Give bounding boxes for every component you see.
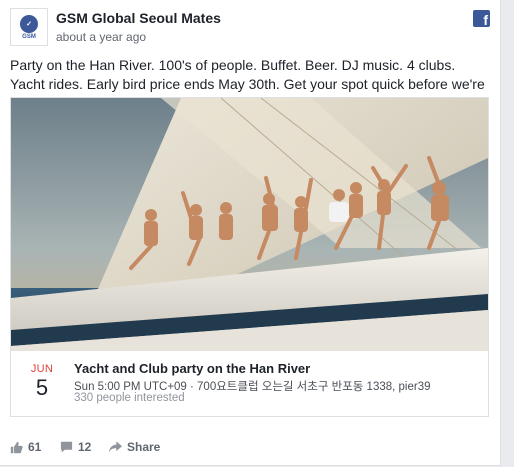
post-actions: 61 12 Share xyxy=(10,438,490,458)
gsm-logo-icon: ✓ xyxy=(20,14,38,33)
post-card: ✓ GSM GSM Global Seoul Mates about a yea… xyxy=(0,0,501,466)
event-month: JUN xyxy=(30,363,54,375)
comment-count-button[interactable]: 12 xyxy=(60,438,91,456)
page-avatar[interactable]: ✓ GSM xyxy=(10,8,48,46)
event-cover-image[interactable] xyxy=(11,98,488,351)
event-day: 5 xyxy=(35,375,49,400)
event-title-link[interactable]: Yacht and Club party on the Han River xyxy=(74,361,310,376)
like-icon xyxy=(10,441,23,453)
post-header: ✓ GSM GSM Global Seoul Mates about a yea… xyxy=(10,8,490,48)
event-interested-count: 330 people interested xyxy=(74,392,185,404)
share-button[interactable]: Share xyxy=(109,438,160,456)
event-attachment[interactable]: JUN 5 Yacht and Club party on the Han Ri… xyxy=(10,97,489,417)
event-details[interactable]: JUN 5 Yacht and Club party on the Han Ri… xyxy=(11,351,488,416)
avatar-label: GSM xyxy=(22,33,36,40)
share-label: Share xyxy=(127,440,161,454)
like-count: 61 xyxy=(28,440,42,454)
post-timestamp[interactable]: about a year ago xyxy=(56,30,146,44)
share-icon xyxy=(109,441,122,453)
comment-icon xyxy=(60,441,73,453)
facebook-icon[interactable]: f xyxy=(473,10,490,27)
page-name-link[interactable]: GSM Global Seoul Mates xyxy=(56,10,221,26)
comment-count: 12 xyxy=(78,440,92,454)
like-count-button[interactable]: 61 xyxy=(10,438,41,456)
